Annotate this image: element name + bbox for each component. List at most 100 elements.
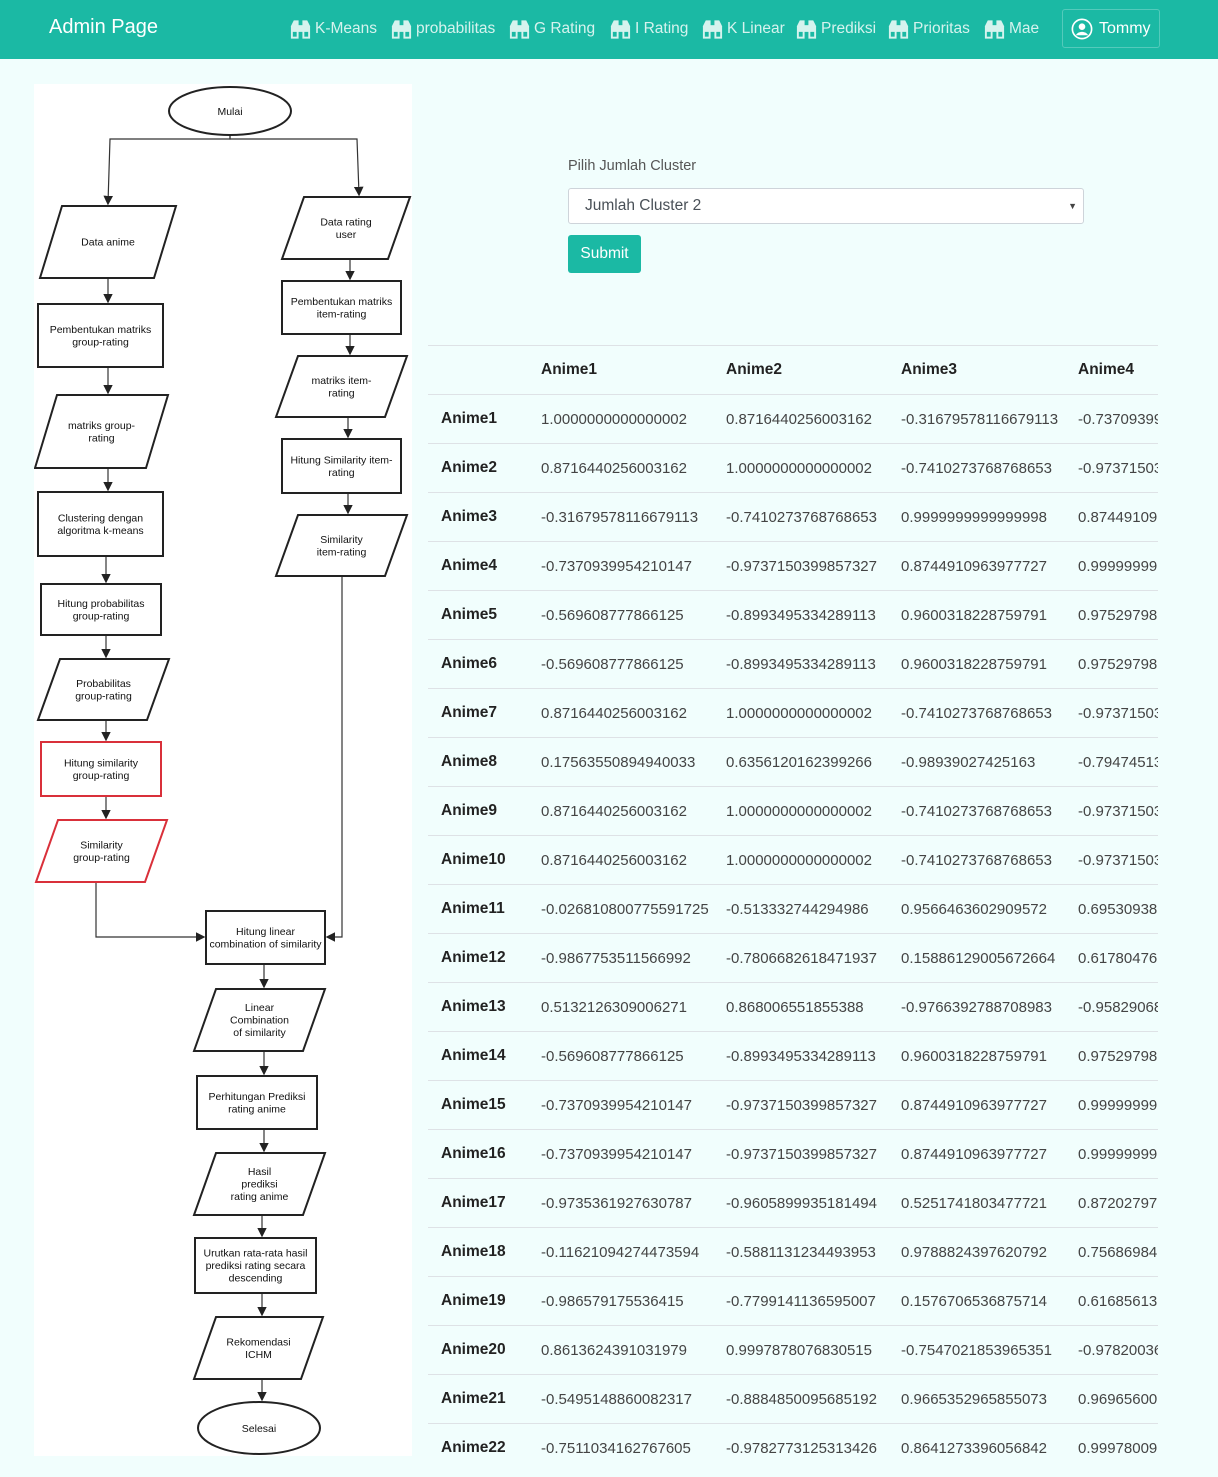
submit-button[interactable]: Submit bbox=[568, 235, 641, 273]
nav-item-mae[interactable]: Mae bbox=[983, 16, 1039, 42]
table-cell: 0.5132126309006271 bbox=[541, 982, 726, 1032]
table-cell: -0.7410273768768653 bbox=[901, 688, 1078, 738]
table-cell: 0.99978009 bbox=[1078, 1423, 1158, 1472]
table-cell: 0.8744910963977727 bbox=[901, 1080, 1078, 1130]
flow-label: Hitung probabilitas bbox=[58, 598, 145, 610]
flow-label: Similarity bbox=[320, 534, 363, 546]
flow-left-step-7: Hitung similaritygroup-rating bbox=[40, 741, 162, 797]
flow-label: Urutkan rata-rata hasil bbox=[204, 1248, 308, 1260]
table-row: Anime10 0.8716440256003162 1.0000000000000… bbox=[428, 835, 1158, 885]
flow-bottom-step-1: Hitung linearcombination of similarity bbox=[205, 910, 326, 965]
table-cell: 0.17563550894940033 bbox=[541, 737, 726, 787]
flow-label: combination of similarity bbox=[209, 938, 322, 950]
table-cell: 0.69530938 bbox=[1078, 884, 1158, 934]
table-cell: -0.7799141136595007 bbox=[726, 1276, 901, 1326]
table-cell: -0.7370939954210147 bbox=[541, 1080, 726, 1130]
cluster-select[interactable]: Jumlah Cluster 2 ▼ bbox=[568, 188, 1084, 224]
start-terminal: Mulai bbox=[168, 86, 292, 136]
table-row: Anime8 0.17563550894940033 0.6356120162399… bbox=[428, 737, 1158, 787]
table-cell: 0.8744910963977727 bbox=[901, 1129, 1078, 1179]
table-cell: -0.9737150399857327 bbox=[726, 541, 901, 591]
flow-label: group-rating bbox=[73, 610, 130, 622]
table-row: Anime3 -0.31679578116679113 -0.74102737687… bbox=[428, 492, 1158, 542]
flow-label: rating bbox=[328, 467, 354, 479]
table-row: Anime5 -0.569608777866125 -0.8993495334289… bbox=[428, 590, 1158, 640]
table-row: Anime9 0.8716440256003162 1.00000000000000… bbox=[428, 786, 1158, 836]
binoculars-icon bbox=[888, 20, 909, 39]
flow-label: rating bbox=[328, 387, 354, 399]
user-menu-button[interactable]: Tommy bbox=[1062, 9, 1160, 48]
table-cell: 1.0000000000000002 bbox=[726, 786, 901, 836]
table-cell: 0.8716440256003162 bbox=[541, 786, 726, 836]
flow-label: matriks group- bbox=[68, 420, 136, 432]
row-header: Anime15 bbox=[428, 1080, 541, 1130]
table-cell: -0.73709399 bbox=[1078, 394, 1158, 444]
nav-item-prioritas[interactable]: Prioritas bbox=[887, 16, 970, 42]
row-header: Anime22 bbox=[428, 1423, 541, 1472]
table-cell: 0.6356120162399266 bbox=[726, 737, 901, 787]
table-row: Anime7 0.8716440256003162 1.00000000000000… bbox=[428, 688, 1158, 738]
top-navbar: Admin Page K-Means probabilitas G Rating I … bbox=[0, 0, 1218, 59]
corner-header bbox=[428, 345, 541, 395]
nav-item-i-rating[interactable]: I Rating bbox=[609, 16, 688, 42]
table-cell: 0.96965600 bbox=[1078, 1374, 1158, 1424]
flow-bottom-step-2: LinearCombinationof similarity bbox=[192, 988, 327, 1052]
table-cell: -0.97371503 bbox=[1078, 688, 1158, 738]
table-cell: 0.9566463602909572 bbox=[901, 884, 1078, 934]
nav-item-label: G Rating bbox=[534, 20, 596, 37]
similarity-table-container[interactable]: Anime1 Anime2 Anime3 Anime4 Anime1 1.0000000… bbox=[428, 345, 1158, 1477]
table-cell: -0.8993495334289113 bbox=[726, 1031, 901, 1081]
row-header: Anime18 bbox=[428, 1227, 541, 1277]
flow-label: descending bbox=[229, 1273, 283, 1285]
table-row: Anime6 -0.569608777866125 -0.8993495334289… bbox=[428, 639, 1158, 689]
table-cell: -0.31679578116679113 bbox=[541, 492, 726, 542]
table-row: Anime19 -0.986579175536415 -0.779914113659… bbox=[428, 1276, 1158, 1326]
table-row: Anime1 1.0000000000000002 0.87164402560031… bbox=[428, 394, 1158, 444]
flowchart-diagram: Mulai Selesai Data anime Pembentukan matrik… bbox=[33, 86, 412, 1455]
row-header: Anime5 bbox=[428, 590, 541, 640]
table-cell: 0.61780476 bbox=[1078, 933, 1158, 983]
binoculars-icon bbox=[610, 20, 631, 39]
nav-item-k-linear[interactable]: K Linear bbox=[701, 16, 785, 42]
table-row: Anime15 -0.7370939954210147 -0.97371503998… bbox=[428, 1080, 1158, 1130]
end-terminal: Selesai bbox=[197, 1401, 321, 1455]
flow-label: group-rating bbox=[75, 690, 132, 702]
row-header: Anime4 bbox=[428, 541, 541, 591]
row-header: Anime6 bbox=[428, 639, 541, 689]
table-cell: 0.8613624391031979 bbox=[541, 1325, 726, 1375]
flow-label: user bbox=[336, 229, 357, 241]
table-cell: 0.99999999 bbox=[1078, 1129, 1158, 1179]
flow-label: Linear bbox=[245, 1002, 275, 1014]
table-cell: -0.9782773125313426 bbox=[726, 1423, 901, 1472]
table-cell: 0.99999999 bbox=[1078, 1080, 1158, 1130]
nav-item-g-rating[interactable]: G Rating bbox=[508, 16, 595, 42]
table-cell: 0.9600318228759791 bbox=[901, 639, 1078, 689]
row-header: Anime12 bbox=[428, 933, 541, 983]
flow-left-step-4: Clustering denganalgoritma k-means bbox=[37, 491, 164, 557]
row-header: Anime20 bbox=[428, 1325, 541, 1375]
flow-label: Data rating bbox=[320, 216, 372, 228]
nav-item-probabilitas[interactable]: probabilitas bbox=[390, 16, 495, 42]
row-header: Anime2 bbox=[428, 443, 541, 493]
row-header: Anime3 bbox=[428, 492, 541, 542]
row-header: Anime19 bbox=[428, 1276, 541, 1326]
flow-label: of similarity bbox=[233, 1027, 286, 1039]
nav-menu: K-Means probabilitas G Rating I Rating K Lin… bbox=[0, 0, 1218, 59]
nav-item-prediksi[interactable]: Prediksi bbox=[795, 16, 876, 42]
flow-label: Combination bbox=[230, 1015, 289, 1027]
table-row: Anime2 0.8716440256003162 1.00000000000000… bbox=[428, 443, 1158, 493]
flow-label: Mulai bbox=[217, 106, 242, 118]
table-cell: -0.95829068 bbox=[1078, 982, 1158, 1032]
table-cell: 1.0000000000000002 bbox=[726, 443, 901, 493]
table-cell: 0.8641273396056842 bbox=[901, 1423, 1078, 1472]
flow-right-step-1: Data ratinguser bbox=[280, 196, 412, 260]
flow-label: rating bbox=[88, 432, 114, 444]
flow-label: Rekomendasi bbox=[226, 1336, 290, 1348]
nav-item-k-means[interactable]: K-Means bbox=[289, 16, 377, 42]
cluster-label: Pilih Jumlah Cluster bbox=[568, 158, 697, 174]
nav-item-label: probabilitas bbox=[416, 20, 496, 37]
binoculars-icon bbox=[391, 20, 412, 39]
flow-label: rating anime bbox=[228, 1103, 286, 1115]
table-cell: 0.8716440256003162 bbox=[541, 835, 726, 885]
table-cell: 0.874491096 bbox=[1078, 492, 1158, 542]
